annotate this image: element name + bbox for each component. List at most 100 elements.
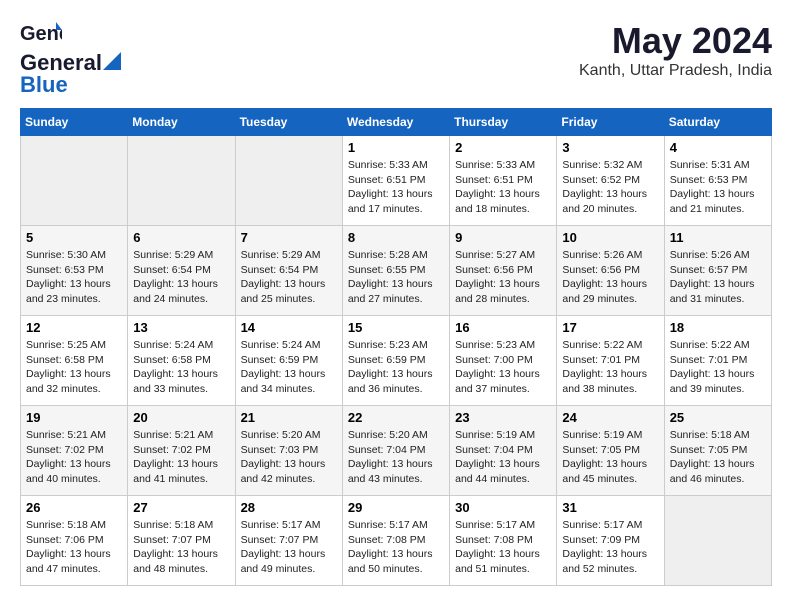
day-number: 21 [241,410,337,425]
calendar-week-2: 5 Sunrise: 5:30 AMSunset: 6:53 PMDaylight… [21,226,772,316]
col-thursday: Thursday [450,109,557,136]
calendar-cell: 31Sunrise: 5:17 AMSunset: 7:09 PMDayligh… [557,496,664,586]
day-number: 30 [455,500,551,515]
day-info: Sunrise: 5:17 AMSunset: 7:09 PMDaylight:… [562,518,658,577]
day-info: Sunrise: 5:29 AMSunset: 6:54 PMDaylight:… [133,248,229,307]
calendar-cell: 29Sunrise: 5:17 AMSunset: 7:08 PMDayligh… [342,496,449,586]
calendar-cell: 20Sunrise: 5:21 AMSunset: 7:02 PMDayligh… [128,406,235,496]
day-number: 25 [670,410,766,425]
day-number: 12 [26,320,122,335]
day-info: Sunrise: 5:18 AMSunset: 7:05 PMDaylight:… [670,428,766,487]
day-info: Sunrise: 5:17 AMSunset: 7:07 PMDaylight:… [241,518,337,577]
day-number: 9 [455,230,551,245]
day-number: 11 [670,230,766,245]
location-title: Kanth, Uttar Pradesh, India [579,62,772,80]
calendar-cell: 16 Sunrise: 5:23 AMSunset: 7:00 PMDayligh… [450,316,557,406]
calendar-cell: 26 Sunrise: 5:18 AMSunset: 7:06 PMDayligh… [21,496,128,586]
day-number: 22 [348,410,444,425]
calendar-cell: 15 Sunrise: 5:23 AMSunset: 6:59 PMDayligh… [342,316,449,406]
calendar-cell: 21 Sunrise: 5:20 AMSunset: 7:03 PMDayligh… [235,406,342,496]
day-number: 24 [562,410,658,425]
calendar-table: Sunday Monday Tuesday Wednesday Thursday… [20,108,772,586]
calendar-cell: 6 Sunrise: 5:29 AMSunset: 6:54 PMDaylight… [128,226,235,316]
day-number: 16 [455,320,551,335]
day-info: Sunrise: 5:20 AMSunset: 7:03 PMDaylight:… [241,428,337,487]
col-wednesday: Wednesday [342,109,449,136]
calendar-header: Sunday Monday Tuesday Wednesday Thursday… [21,109,772,136]
day-info: Sunrise: 5:33 AMSunset: 6:51 PMDaylight:… [348,158,444,217]
calendar-cell: 1 Sunrise: 5:33 AMSunset: 6:51 PMDaylight… [342,136,449,226]
col-tuesday: Tuesday [235,109,342,136]
col-monday: Monday [128,109,235,136]
calendar-cell: 22 Sunrise: 5:20 AMSunset: 7:04 PMDayligh… [342,406,449,496]
header-row: Sunday Monday Tuesday Wednesday Thursday… [21,109,772,136]
day-info: Sunrise: 5:20 AMSunset: 7:04 PMDaylight:… [348,428,444,487]
calendar-week-3: 12 Sunrise: 5:25 AMSunset: 6:58 PMDayligh… [21,316,772,406]
calendar-cell [235,136,342,226]
day-number: 4 [670,140,766,155]
day-number: 13 [133,320,229,335]
day-info: Sunrise: 5:24 AMSunset: 6:59 PMDaylight:… [241,338,337,397]
day-info: Sunrise: 5:22 AMSunset: 7:01 PMDaylight:… [670,338,766,397]
day-info: Sunrise: 5:33 AMSunset: 6:51 PMDaylight:… [455,158,551,217]
day-number: 10 [562,230,658,245]
calendar-cell: 7 Sunrise: 5:29 AMSunset: 6:54 PMDaylight… [235,226,342,316]
calendar-cell: 3Sunrise: 5:32 AMSunset: 6:52 PMDaylight… [557,136,664,226]
day-info: Sunrise: 5:23 AMSunset: 7:00 PMDaylight:… [455,338,551,397]
day-number: 8 [348,230,444,245]
title-block: May 2024 Kanth, Uttar Pradesh, India [579,20,772,80]
day-number: 20 [133,410,229,425]
calendar-cell: 11 Sunrise: 5:26 AMSunset: 6:57 PMDayligh… [664,226,771,316]
day-info: Sunrise: 5:21 AMSunset: 7:02 PMDaylight:… [26,428,122,487]
day-info: Sunrise: 5:24 AMSunset: 6:58 PMDaylight:… [133,338,229,397]
day-number: 17 [562,320,658,335]
day-info: Sunrise: 5:29 AMSunset: 6:54 PMDaylight:… [241,248,337,307]
day-number: 7 [241,230,337,245]
logo-blue-text: Blue [20,72,68,98]
calendar-cell: 23Sunrise: 5:19 AMSunset: 7:04 PMDayligh… [450,406,557,496]
calendar-cell: 30Sunrise: 5:17 AMSunset: 7:08 PMDayligh… [450,496,557,586]
day-number: 2 [455,140,551,155]
calendar-cell: 14Sunrise: 5:24 AMSunset: 6:59 PMDayligh… [235,316,342,406]
calendar-cell: 24 Sunrise: 5:19 AMSunset: 7:05 PMDayligh… [557,406,664,496]
day-number: 18 [670,320,766,335]
day-number: 28 [241,500,337,515]
day-number: 6 [133,230,229,245]
day-info: Sunrise: 5:26 AMSunset: 6:56 PMDaylight:… [562,248,658,307]
calendar-cell: 8Sunrise: 5:28 AMSunset: 6:55 PMDaylight… [342,226,449,316]
day-info: Sunrise: 5:31 AMSunset: 6:53 PMDaylight:… [670,158,766,217]
calendar-cell: 2 Sunrise: 5:33 AMSunset: 6:51 PMDaylight… [450,136,557,226]
calendar-cell [21,136,128,226]
day-info: Sunrise: 5:18 AMSunset: 7:06 PMDaylight:… [26,518,122,577]
day-info: Sunrise: 5:22 AMSunset: 7:01 PMDaylight:… [562,338,658,397]
logo-triangle-icon [103,52,121,70]
calendar-body: 1 Sunrise: 5:33 AMSunset: 6:51 PMDaylight… [21,136,772,586]
day-info: Sunrise: 5:27 AMSunset: 6:56 PMDaylight:… [455,248,551,307]
calendar-cell: 18 Sunrise: 5:22 AMSunset: 7:01 PMDayligh… [664,316,771,406]
calendar-week-5: 26 Sunrise: 5:18 AMSunset: 7:06 PMDayligh… [21,496,772,586]
month-title: May 2024 [579,20,772,62]
day-info: Sunrise: 5:30 AMSunset: 6:53 PMDaylight:… [26,248,122,307]
calendar-cell: 13 Sunrise: 5:24 AMSunset: 6:58 PMDayligh… [128,316,235,406]
calendar-cell: 5 Sunrise: 5:30 AMSunset: 6:53 PMDaylight… [21,226,128,316]
calendar-week-4: 19Sunrise: 5:21 AMSunset: 7:02 PMDayligh… [21,406,772,496]
day-number: 1 [348,140,444,155]
day-number: 29 [348,500,444,515]
calendar-week-1: 1 Sunrise: 5:33 AMSunset: 6:51 PMDaylight… [21,136,772,226]
calendar-cell [664,496,771,586]
calendar-cell [128,136,235,226]
day-number: 26 [26,500,122,515]
day-info: Sunrise: 5:23 AMSunset: 6:59 PMDaylight:… [348,338,444,397]
day-number: 23 [455,410,551,425]
day-info: Sunrise: 5:25 AMSunset: 6:58 PMDaylight:… [26,338,122,397]
day-info: Sunrise: 5:26 AMSunset: 6:57 PMDaylight:… [670,248,766,307]
day-info: Sunrise: 5:19 AMSunset: 7:05 PMDaylight:… [562,428,658,487]
calendar-cell: 17 Sunrise: 5:22 AMSunset: 7:01 PMDayligh… [557,316,664,406]
day-number: 5 [26,230,122,245]
day-number: 15 [348,320,444,335]
day-info: Sunrise: 5:32 AMSunset: 6:52 PMDaylight:… [562,158,658,217]
calendar-cell: 28 Sunrise: 5:17 AMSunset: 7:07 PMDayligh… [235,496,342,586]
col-saturday: Saturday [664,109,771,136]
day-info: Sunrise: 5:18 AMSunset: 7:07 PMDaylight:… [133,518,229,577]
col-friday: Friday [557,109,664,136]
